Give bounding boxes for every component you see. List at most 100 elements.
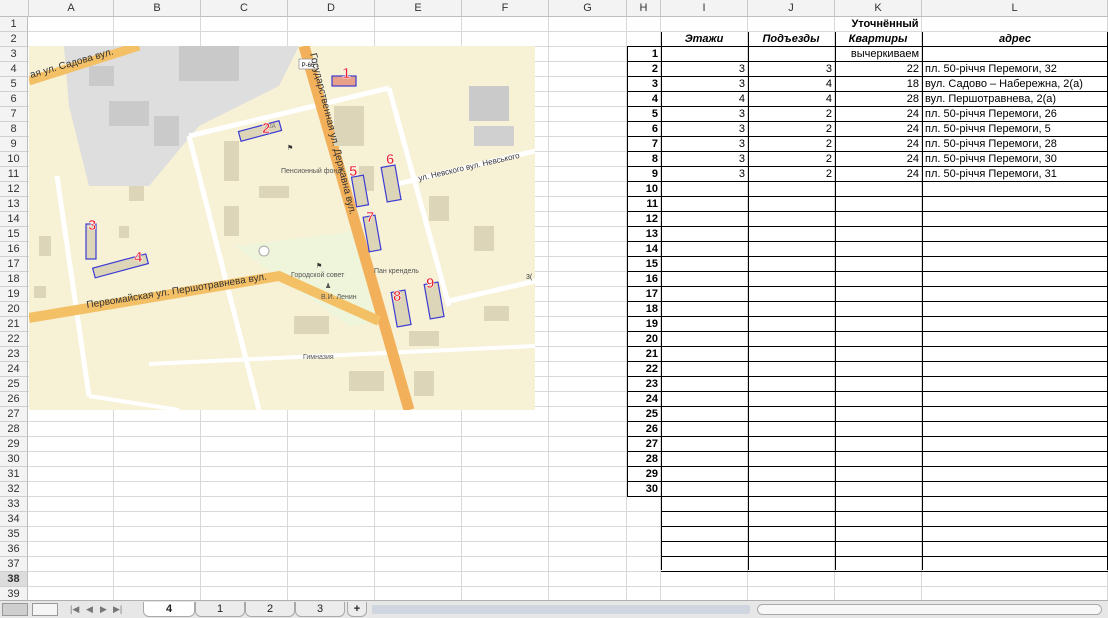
row-header-38[interactable]: 38 xyxy=(0,572,28,587)
column-header-c[interactable]: C xyxy=(201,0,288,17)
view-layout-button[interactable] xyxy=(32,603,58,616)
table-border xyxy=(661,361,1108,362)
row-header-15[interactable]: 15 xyxy=(0,227,28,242)
tab-nav-last-icon[interactable]: ▶| xyxy=(113,601,122,618)
column-header-g[interactable]: G xyxy=(549,0,627,17)
column-header-j[interactable]: J xyxy=(748,0,835,17)
row-header-1[interactable]: 1 xyxy=(0,17,28,32)
map-image[interactable]: Р-66 ая ул. Садова вул. Государственная … xyxy=(29,46,535,410)
table-row-number: 13 xyxy=(645,228,658,240)
row-header-27[interactable]: 27 xyxy=(0,407,28,422)
tab-nav-prev-icon[interactable]: ◀ xyxy=(86,601,93,618)
column-header-a[interactable]: A xyxy=(29,0,114,17)
map-place-lenin: В.И. Ленин xyxy=(321,294,357,301)
tab-nav-first-icon[interactable]: |◀ xyxy=(70,601,79,618)
row-header-5[interactable]: 5 xyxy=(0,77,28,92)
spreadsheet-grid[interactable]: ABCDEFGHIJKL 1 2 3 4 5 6 7 8 9 10 11 12 13 14 15 16 17 18… xyxy=(0,0,1108,602)
row-header-19[interactable]: 19 xyxy=(0,287,28,302)
row-header-34[interactable]: 34 xyxy=(0,512,28,527)
row-header-37[interactable]: 37 xyxy=(0,557,28,572)
row-header-11[interactable]: 11 xyxy=(0,167,28,182)
horizontal-scrollbar-thumb[interactable] xyxy=(757,604,1102,615)
row-header-30[interactable]: 30 xyxy=(0,452,28,467)
row-header-29[interactable]: 29 xyxy=(0,437,28,452)
tab-sheet-1[interactable]: 1 xyxy=(195,602,245,617)
table-border xyxy=(661,46,1108,47)
table-border xyxy=(627,166,661,167)
tab-sheet-2[interactable]: 2 xyxy=(245,602,295,617)
table-row-number: 20 xyxy=(645,333,658,345)
row-header-16[interactable]: 16 xyxy=(0,242,28,257)
table-border xyxy=(661,271,1108,272)
add-sheet-button[interactable]: + xyxy=(347,602,367,617)
table-cell-apartments: 24 xyxy=(906,138,919,150)
row-header-8[interactable]: 8 xyxy=(0,122,28,137)
table-row-number: 24 xyxy=(645,393,658,405)
row-header-33[interactable]: 33 xyxy=(0,497,28,512)
row-header-35[interactable]: 35 xyxy=(0,527,28,542)
row-header-17[interactable]: 17 xyxy=(0,257,28,272)
map-marker-8: 8 xyxy=(393,288,401,305)
row-header-20[interactable]: 20 xyxy=(0,302,28,317)
row-header-28[interactable]: 28 xyxy=(0,422,28,437)
table-row-number: 18 xyxy=(645,303,658,315)
column-header-b[interactable]: B xyxy=(114,0,201,17)
table-cell-floors: 3 xyxy=(738,138,745,150)
table-border xyxy=(627,76,661,77)
map-place-cafe: Пан крендель xyxy=(374,268,419,275)
tab-sheet-3[interactable]: 3 xyxy=(295,602,345,617)
row-header-9[interactable]: 9 xyxy=(0,137,28,152)
row-header-12[interactable]: 12 xyxy=(0,182,28,197)
view-normal-button[interactable] xyxy=(2,603,28,616)
row-header-21[interactable]: 21 xyxy=(0,317,28,332)
tab-sheet-4[interactable]: 4 xyxy=(143,602,195,617)
map-marker-5: 5 xyxy=(349,163,357,180)
row-header-13[interactable]: 13 xyxy=(0,197,28,212)
row-header-24[interactable]: 24 xyxy=(0,362,28,377)
column-header-f[interactable]: F xyxy=(462,0,549,17)
table-row-number: 8 xyxy=(651,153,658,165)
column-header-h[interactable]: H xyxy=(627,0,661,17)
row-header-23[interactable]: 23 xyxy=(0,347,28,362)
select-all-corner[interactable] xyxy=(0,0,29,17)
table-border xyxy=(627,241,661,242)
table-cell-apartments: 24 xyxy=(906,168,919,180)
column-header-k[interactable]: K xyxy=(835,0,922,17)
table-border xyxy=(627,451,661,452)
map-place-flag-pension: ⚑ xyxy=(287,144,293,152)
row-header-7[interactable]: 7 xyxy=(0,107,28,122)
row-header-2[interactable]: 2 xyxy=(0,32,28,47)
row-header-18[interactable]: 18 xyxy=(0,272,28,287)
row-header-26[interactable]: 26 xyxy=(0,392,28,407)
row-header-10[interactable]: 10 xyxy=(0,152,28,167)
row-header-32[interactable]: 32 xyxy=(0,482,28,497)
column-header-i[interactable]: I xyxy=(661,0,748,17)
table-border xyxy=(627,181,661,182)
row-header-3[interactable]: 3 xyxy=(0,47,28,62)
tab-nav-next-icon[interactable]: ▶ xyxy=(100,601,107,618)
table-border xyxy=(627,346,661,347)
row-header-22[interactable]: 22 xyxy=(0,332,28,347)
row-header-25[interactable]: 25 xyxy=(0,377,28,392)
table-border xyxy=(661,61,1108,62)
row-header-36[interactable]: 36 xyxy=(0,542,28,557)
table-border xyxy=(627,121,661,122)
column-header-e[interactable]: E xyxy=(375,0,462,17)
row-header-4[interactable]: 4 xyxy=(0,62,28,77)
row-header-6[interactable]: 6 xyxy=(0,92,28,107)
column-header-l[interactable]: L xyxy=(922,0,1108,17)
header-floors: Этажи xyxy=(684,33,724,45)
table-border xyxy=(627,331,661,332)
table-cell-entrances: 4 xyxy=(825,93,832,105)
table-border xyxy=(661,421,1108,422)
table-border xyxy=(627,136,661,137)
row-header-31[interactable]: 31 xyxy=(0,467,28,482)
table-border xyxy=(748,32,749,570)
column-header-d[interactable]: D xyxy=(288,0,375,17)
table-row-number: 23 xyxy=(645,378,658,390)
row-header-14[interactable]: 14 xyxy=(0,212,28,227)
table-border xyxy=(627,376,661,377)
grid-row-line xyxy=(0,586,1108,587)
horizontal-scrollbar-track[interactable] xyxy=(372,605,750,614)
sheet-tab-bar: |◀ ◀ ▶ ▶| 4 1 2 3 + xyxy=(0,600,1108,618)
